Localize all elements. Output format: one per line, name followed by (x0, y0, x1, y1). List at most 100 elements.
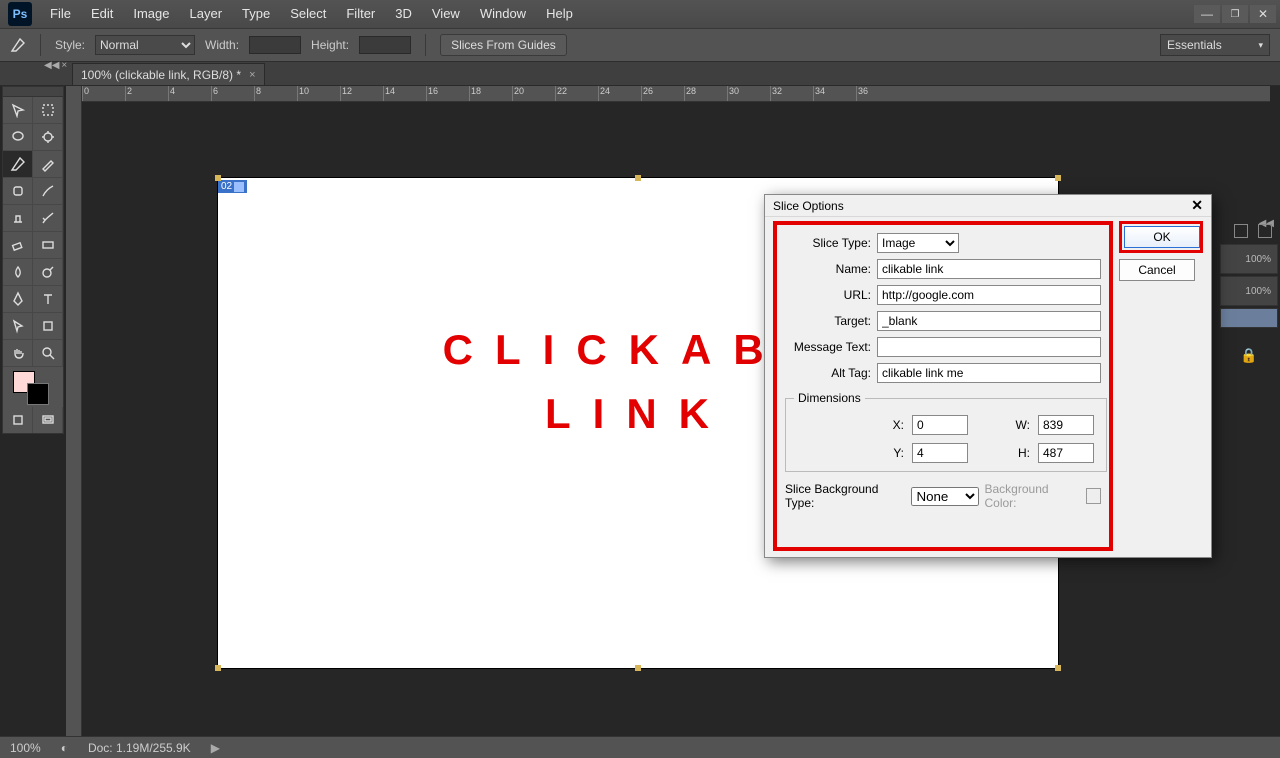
blur-tool[interactable] (3, 259, 33, 286)
h-label: H: (980, 446, 1030, 460)
bgtype-select[interactable]: None (911, 487, 978, 506)
background-color-swatch[interactable] (27, 383, 49, 405)
history-brush-tool[interactable] (33, 205, 63, 232)
panel-icon-2[interactable] (1258, 224, 1272, 238)
name-input[interactable] (877, 259, 1101, 279)
url-label: URL: (785, 288, 871, 302)
toolbox (2, 86, 64, 434)
status-info-icon[interactable]: ◐ (61, 741, 68, 755)
y-input[interactable] (912, 443, 968, 463)
height-input[interactable] (359, 36, 411, 54)
opacity-row-2[interactable]: 100% (1220, 276, 1278, 306)
zoom-level[interactable]: 100% (10, 741, 41, 755)
eraser-tool[interactable] (3, 232, 33, 259)
chevron-down-icon: ▾ (1258, 40, 1263, 51)
slices-from-guides-button[interactable]: Slices From Guides (440, 34, 567, 56)
status-bar: 100% ◐ Doc: 1.19M/255.9K ▶ (0, 736, 1280, 758)
menu-filter[interactable]: Filter (336, 0, 385, 28)
document-tab[interactable]: 100% (clickable link, RGB/8) * × (72, 63, 265, 85)
menu-window[interactable]: Window (470, 0, 536, 28)
width-input[interactable] (249, 36, 301, 54)
menu-file[interactable]: File (40, 0, 81, 28)
opacity-row-1[interactable]: 100% (1220, 244, 1278, 274)
dimensions-legend: Dimensions (794, 391, 865, 405)
cancel-button[interactable]: Cancel (1119, 259, 1195, 281)
shape-tool[interactable] (33, 313, 63, 340)
w-label: W: (980, 418, 1030, 432)
path-select-tool[interactable] (3, 313, 33, 340)
menu-image[interactable]: Image (123, 0, 179, 28)
app-logo: Ps (8, 2, 32, 26)
window-close-button[interactable]: ✕ (1250, 5, 1276, 23)
target-label: Target: (785, 314, 871, 328)
panel-icon-1[interactable] (1234, 224, 1248, 238)
menu-type[interactable]: Type (232, 0, 280, 28)
gradient-tool[interactable] (33, 232, 63, 259)
url-input[interactable] (877, 285, 1101, 305)
window-maximize-button[interactable]: ❐ (1222, 5, 1248, 23)
move-tool[interactable] (3, 97, 33, 124)
options-bar: Style: Normal Width: Height: Slices From… (0, 28, 1280, 62)
layer-thumb[interactable] (1220, 308, 1278, 328)
status-play-icon[interactable]: ▶ (211, 741, 220, 755)
quick-select-tool[interactable] (33, 124, 63, 151)
slice-tool[interactable] (3, 151, 33, 178)
alt-input[interactable] (877, 363, 1101, 383)
collapse-left-icon[interactable]: ◀◀ (44, 60, 59, 71)
dialog-titlebar[interactable]: Slice Options ✕ (765, 195, 1211, 217)
menu-view[interactable]: View (422, 0, 470, 28)
width-label: Width: (205, 38, 239, 52)
zoom-tool[interactable] (33, 340, 63, 367)
target-input[interactable] (877, 311, 1101, 331)
menu-bar: Ps File Edit Image Layer Type Select Fil… (0, 0, 1280, 28)
type-tool[interactable] (33, 286, 63, 313)
lasso-tool[interactable] (3, 124, 33, 151)
eyedropper-tool[interactable] (33, 151, 63, 178)
message-label: Message Text: (785, 340, 871, 354)
pen-tool[interactable] (3, 286, 33, 313)
menu-select[interactable]: Select (280, 0, 336, 28)
close-tab-icon[interactable]: × (249, 69, 255, 81)
slice-type-label: Slice Type: (785, 236, 871, 250)
clone-stamp-tool[interactable] (3, 205, 33, 232)
x-label: X: (794, 418, 904, 432)
close-panel-icon[interactable]: × (61, 60, 67, 71)
menu-3d[interactable]: 3D (385, 0, 422, 28)
bgtype-label: Slice Background Type: (785, 482, 905, 510)
ok-button[interactable]: OK (1124, 226, 1200, 248)
message-input[interactable] (877, 337, 1101, 357)
alt-label: Alt Tag: (785, 366, 871, 380)
highlighted-ok-frame: OK (1119, 221, 1203, 253)
slice-badge[interactable]: 02 (218, 180, 247, 193)
workspace-switcher[interactable]: Essentials ▾ (1160, 34, 1270, 56)
color-swatches[interactable] (3, 367, 63, 407)
document-tab-title: 100% (clickable link, RGB/8) * (81, 68, 241, 82)
brush-tool[interactable] (33, 178, 63, 205)
menu-edit[interactable]: Edit (81, 0, 123, 28)
height-label: Height: (311, 38, 349, 52)
dimensions-fieldset: Dimensions X: W: Y: H: (785, 391, 1107, 472)
healing-brush-tool[interactable] (3, 178, 33, 205)
bgcolor-label: Background Color: (985, 482, 1080, 510)
menu-help[interactable]: Help (536, 0, 583, 28)
dodge-tool[interactable] (33, 259, 63, 286)
screen-mode-icon[interactable] (33, 407, 63, 433)
hand-tool[interactable] (3, 340, 33, 367)
x-input[interactable] (912, 415, 968, 435)
style-dropdown[interactable]: Normal (95, 35, 195, 55)
right-panel-dock: 100% 100% 🔒 (1220, 218, 1278, 736)
dialog-close-icon[interactable]: ✕ (1191, 197, 1203, 214)
slice-options-dialog: Slice Options ✕ Slice Type: Image Name: … (764, 194, 1212, 558)
slice-linked-icon (234, 182, 244, 192)
h-input[interactable] (1038, 443, 1094, 463)
marquee-tool[interactable] (33, 97, 63, 124)
standard-mode-icon[interactable] (3, 407, 33, 433)
y-label: Y: (794, 446, 904, 460)
doc-size: Doc: 1.19M/255.9K (88, 741, 191, 755)
menu-layer[interactable]: Layer (180, 0, 233, 28)
bgcolor-swatch (1086, 488, 1101, 504)
window-minimize-button[interactable]: — (1194, 5, 1220, 23)
window-controls: — ❐ ✕ (1194, 5, 1280, 23)
slice-type-select[interactable]: Image (877, 233, 959, 253)
w-input[interactable] (1038, 415, 1094, 435)
